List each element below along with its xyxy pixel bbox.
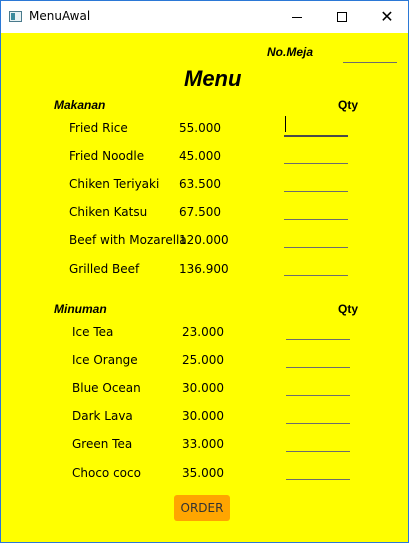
drink-item-price: 23.000	[182, 325, 224, 339]
window-title: MenuAwal	[29, 9, 91, 23]
table-number-label: No.Meja	[267, 45, 314, 59]
drink-qty-field[interactable]	[286, 346, 350, 368]
menu-title: Menu	[184, 66, 242, 91]
food-item-name: Fried Noodle	[69, 149, 145, 163]
table-number-field[interactable]	[343, 41, 397, 63]
drink-item-price: 33.000	[182, 437, 224, 451]
drink-item-name: Dark Lava	[72, 409, 133, 423]
food-qty-field[interactable]	[284, 226, 348, 248]
food-qty-field[interactable]	[284, 115, 348, 137]
drink-qty-field[interactable]	[286, 318, 350, 340]
app-icon	[9, 11, 22, 22]
food-item-price: 55.000	[179, 121, 221, 135]
drink-item-price: 30.000	[182, 381, 224, 395]
drink-item-name: Green Tea	[72, 437, 133, 451]
food-item-name: Grilled Beef	[69, 262, 140, 276]
drink-qty-field[interactable]	[286, 430, 350, 452]
food-item-name: Chiken Katsu	[69, 205, 148, 219]
food-item-price: 67.500	[179, 205, 221, 219]
close-button[interactable]: ✕	[364, 1, 410, 33]
close-icon: ✕	[380, 7, 394, 26]
drink-item-price: 25.000	[182, 353, 224, 367]
drinks-qty-header: Qty	[338, 302, 359, 316]
text-caret	[285, 116, 286, 132]
drink-item-name: Choco coco	[72, 466, 141, 480]
food-item-name: Beef with Mozarella	[69, 233, 187, 247]
food-item-name: Chiken Teriyaki	[69, 177, 160, 191]
drink-qty-field[interactable]	[286, 374, 350, 396]
food-item-price: 120.000	[179, 233, 229, 247]
food-item-price: 63.500	[179, 177, 221, 191]
food-qty-field[interactable]	[284, 254, 348, 276]
food-section-label: Makanan	[54, 98, 106, 112]
minimize-button[interactable]	[274, 1, 320, 33]
drink-item-name: Ice Orange	[72, 353, 138, 367]
app-window: MenuAwal ✕ No.Meja Menu Makanan Qty Frie…	[0, 0, 409, 543]
drink-item-name: Blue Ocean	[72, 381, 141, 395]
food-item-price: 45.000	[179, 149, 221, 163]
drink-item-price: 30.000	[182, 409, 224, 423]
maximize-icon	[337, 12, 347, 22]
order-button[interactable]: ORDER	[174, 495, 230, 521]
food-qty-header: Qty	[338, 98, 359, 112]
food-item-price: 136.900	[179, 262, 229, 276]
drink-qty-field[interactable]	[286, 458, 350, 480]
minimize-icon	[292, 16, 302, 18]
food-qty-field[interactable]	[284, 198, 348, 220]
title-bar[interactable]: MenuAwal ✕	[1, 1, 408, 33]
food-qty-field[interactable]	[284, 170, 348, 192]
drink-item-name: Ice Tea	[72, 325, 114, 339]
drinks-section-label: Minuman	[54, 302, 107, 316]
food-qty-field[interactable]	[284, 142, 348, 164]
drink-item-price: 35.000	[182, 466, 224, 480]
maximize-button[interactable]	[319, 1, 365, 33]
drink-qty-field[interactable]	[286, 402, 350, 424]
food-item-name: Fried Rice	[69, 121, 128, 135]
